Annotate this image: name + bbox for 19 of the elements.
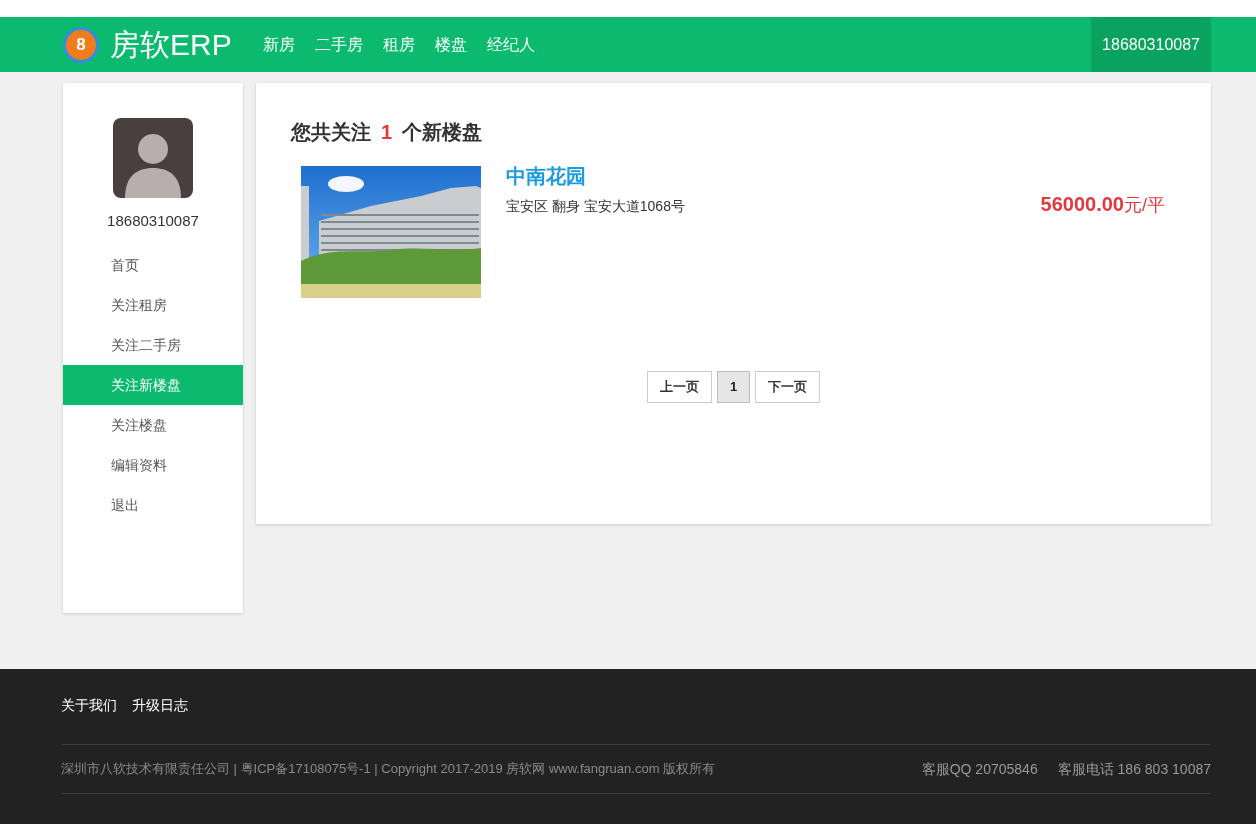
- page-number-button[interactable]: 1: [716, 371, 751, 403]
- prev-page-button[interactable]: 上一页: [646, 371, 712, 403]
- listing-address: 宝安区 翻身 宝安大道1068号: [506, 197, 685, 216]
- sidebar-menu-item[interactable]: 关注二手房: [63, 325, 243, 365]
- contact-text: 客服QQ 20705846: [921, 759, 1038, 779]
- footer-link[interactable]: 关于我们: [61, 695, 117, 715]
- next-page-button[interactable]: 下一页: [755, 371, 821, 403]
- sidebar-menu-item[interactable]: 关注楼盘: [63, 405, 243, 445]
- footer-link[interactable]: 升级日志: [132, 695, 188, 715]
- sidebar-menu-item[interactable]: 编辑资料: [63, 445, 243, 485]
- logo-badge: 8: [63, 26, 99, 63]
- sidebar-menu-item[interactable]: 关注租房: [63, 285, 243, 325]
- sidebar-menu-item[interactable]: 退出: [63, 485, 243, 525]
- sidebar-menu-item[interactable]: 首页: [63, 245, 243, 285]
- user-phone-text: 18680310087: [106, 212, 200, 230]
- contact-text: 客服电话 186 803 10087: [1057, 759, 1211, 779]
- copyright-text: 深圳市八软技术有限责任公司 | 粤ICP备17108075号-1 | Copyright 2017-2019 房软网 www.fangruan.com 版权所有: [61, 760, 716, 779]
- page-heading: 您共关注 1 个新楼盘: [291, 120, 483, 145]
- listing-price: 56000.00元/平: [1040, 192, 1165, 217]
